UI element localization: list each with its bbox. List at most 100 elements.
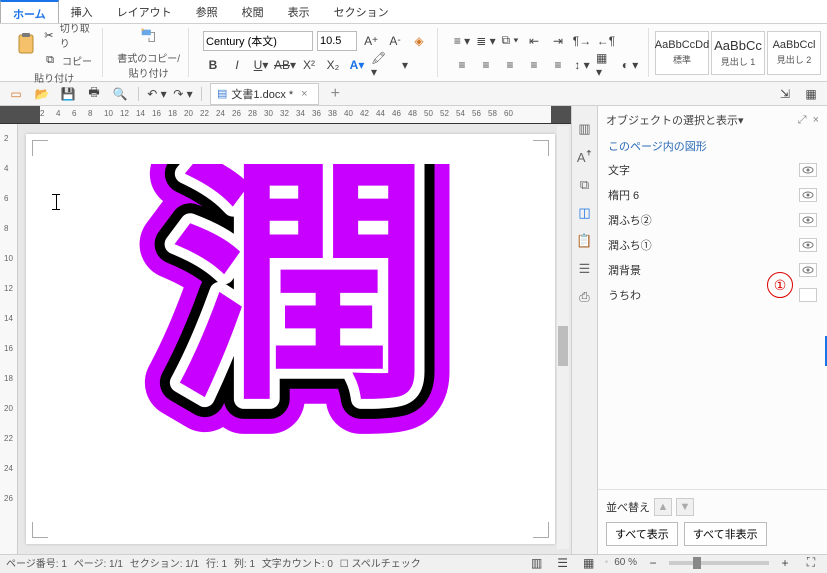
tab-review[interactable]: 校閲 bbox=[230, 0, 276, 23]
move-down-icon[interactable]: ▼ bbox=[676, 498, 694, 516]
selection-panel-icon[interactable]: ◫ bbox=[576, 204, 594, 222]
horizontal-ruler[interactable]: 2468101214161820222426283032343638404244… bbox=[0, 106, 571, 124]
multilevel-icon[interactable]: ⧉ ▾ bbox=[500, 31, 520, 51]
style-heading1[interactable]: AaBbCc 見出し 1 bbox=[711, 31, 765, 75]
vertical-ruler[interactable]: 2468101214161820222426 bbox=[0, 124, 18, 554]
underline-icon[interactable]: U ▾ bbox=[251, 55, 271, 75]
font-name-select[interactable] bbox=[203, 31, 313, 51]
collapse-ribbon-icon[interactable]: ⇲ bbox=[775, 84, 795, 104]
svg-text:潤: 潤 bbox=[171, 164, 431, 430]
nav-panel-icon[interactable]: ⎙ bbox=[576, 288, 594, 306]
object-name: 潤ふち① bbox=[608, 237, 652, 253]
save-icon[interactable]: 💾 bbox=[58, 84, 78, 104]
superscript-icon[interactable]: X² bbox=[299, 55, 319, 75]
fill-icon[interactable]: ◐ ▾ bbox=[620, 55, 640, 75]
distribute-icon[interactable]: ≡ bbox=[548, 55, 568, 75]
grow-font-icon[interactable]: A+ bbox=[361, 31, 381, 51]
numbering-icon[interactable]: ≣ ▾ bbox=[476, 31, 496, 51]
prop-panel-icon[interactable]: ▥ bbox=[576, 120, 594, 138]
visibility-toggle[interactable] bbox=[799, 263, 817, 277]
style-heading2[interactable]: AaBbCcl 見出し 2 bbox=[767, 31, 821, 75]
styles-panel-icon[interactable]: Aꜛ bbox=[576, 148, 594, 166]
status-chars: 文字カウント: 0 bbox=[262, 555, 333, 570]
undo-icon[interactable]: ↶ ▾ bbox=[147, 84, 167, 104]
panel-title: オブジェクトの選択と表示 bbox=[606, 112, 738, 128]
visibility-toggle[interactable] bbox=[799, 288, 817, 302]
align-left-icon[interactable]: ≡ bbox=[452, 55, 472, 75]
show-all-button[interactable]: すべて表示 bbox=[606, 522, 678, 546]
outdent-icon[interactable]: ⇤ bbox=[524, 31, 544, 51]
outline-panel-icon[interactable]: ☰ bbox=[576, 260, 594, 278]
align-center-icon[interactable]: ≡ bbox=[476, 55, 496, 75]
clear-format-icon[interactable]: ◈ bbox=[409, 31, 429, 51]
italic-icon[interactable]: I bbox=[227, 55, 247, 75]
page-menu-icon[interactable]: ▦ bbox=[801, 84, 821, 104]
line-spacing-icon[interactable]: ↕ ▾ bbox=[572, 55, 592, 75]
preview-icon[interactable]: 🔍 bbox=[110, 84, 130, 104]
document-page[interactable]: 潤 潤 潤 潤 bbox=[26, 134, 555, 544]
subscript-icon[interactable]: X₂ bbox=[323, 55, 343, 75]
zoom-value[interactable]: 60 % bbox=[614, 557, 637, 568]
rtl-icon[interactable]: ←¶ bbox=[596, 31, 616, 51]
visibility-toggle[interactable] bbox=[799, 238, 817, 252]
styles-group: AaBbCcDd 標準 AaBbCc 見出し 1 AaBbCcl 見出し 2 bbox=[655, 31, 821, 75]
panel-menu-icon[interactable]: ⤢ bbox=[798, 114, 807, 127]
object-name: 潤ふち② bbox=[608, 212, 652, 228]
tab-layout[interactable]: レイアウト bbox=[105, 0, 184, 23]
visibility-toggle[interactable] bbox=[799, 188, 817, 202]
visibility-toggle[interactable] bbox=[799, 163, 817, 177]
selection-panel: オブジェクトの選択と表示 ▾ ⤢ × このページ内の図形 文字楕円 6潤ふち②潤… bbox=[597, 106, 827, 554]
shading-icon[interactable]: ▾ bbox=[395, 55, 415, 75]
cut-button[interactable]: ✂切り取り bbox=[42, 20, 94, 50]
object-name: 楕円 6 bbox=[608, 187, 639, 203]
format-painter-icon[interactable] bbox=[137, 26, 161, 48]
move-up-icon[interactable]: ▲ bbox=[654, 498, 672, 516]
object-row[interactable]: 潤ふち① bbox=[606, 233, 819, 258]
new-icon[interactable]: ▭ bbox=[6, 84, 26, 104]
object-row[interactable]: 楕円 6 bbox=[606, 183, 819, 208]
paste-icon[interactable] bbox=[14, 32, 38, 56]
close-tab-icon[interactable]: × bbox=[297, 88, 311, 100]
hide-all-button[interactable]: すべて非表示 bbox=[684, 522, 767, 546]
bold-icon[interactable]: B bbox=[203, 55, 223, 75]
style-label: 標準 bbox=[673, 53, 691, 66]
vertical-scrollbar[interactable] bbox=[557, 126, 569, 549]
copy-button[interactable]: ⧉コピー bbox=[42, 52, 94, 68]
bullets-icon[interactable]: ≡ ▾ bbox=[452, 31, 472, 51]
tab-view[interactable]: 表示 bbox=[276, 0, 322, 23]
paragraph-panel-icon[interactable]: ⧉ bbox=[576, 176, 594, 194]
spellcheck-toggle[interactable]: ☐ スペルチェック bbox=[340, 555, 421, 570]
paragraph-group: ≡ ▾ ≣ ▾ ⧉ ▾ ⇤ ⇥ ¶→ ←¶ ≡ ≡ ≡ ≡ ≡ ↕ ▾ ▦ ▾ … bbox=[444, 28, 649, 77]
status-page-num: ページ番号: 1 bbox=[6, 555, 67, 570]
shrink-font-icon[interactable]: A- bbox=[385, 31, 405, 51]
document-tab[interactable]: ▤ 文書1.docx * × bbox=[210, 83, 319, 105]
redo-icon[interactable]: ↷ ▾ bbox=[173, 84, 193, 104]
ribbon: ✂切り取り ⧉コピー 貼り付け 書式のコピー/ 貼り付け A+ A- ◈ B I… bbox=[0, 24, 827, 82]
object-row[interactable]: 文字 bbox=[606, 158, 819, 183]
ltr-icon[interactable]: ¶→ bbox=[572, 31, 592, 51]
align-right-icon[interactable]: ≡ bbox=[500, 55, 520, 75]
tab-reference[interactable]: 参照 bbox=[184, 0, 230, 23]
justify-icon[interactable]: ≡ bbox=[524, 55, 544, 75]
open-icon[interactable]: 📂 bbox=[32, 84, 52, 104]
object-row[interactable]: 潤ふち② bbox=[606, 208, 819, 233]
new-tab-icon[interactable]: + bbox=[325, 85, 346, 103]
status-bar: ページ番号: 1 ページ: 1/1 セクション: 1/1 行: 1 列: 1 文… bbox=[0, 554, 827, 570]
strike-icon[interactable]: AB ▾ bbox=[275, 55, 295, 75]
style-normal[interactable]: AaBbCcDd 標準 bbox=[655, 31, 709, 75]
status-line: 行: 1 bbox=[206, 555, 227, 570]
indent-icon[interactable]: ⇥ bbox=[548, 31, 568, 51]
zoom-slider[interactable] bbox=[669, 561, 769, 565]
panel-close-icon[interactable]: × bbox=[813, 114, 819, 127]
highlight-icon[interactable]: 🖍 ▾ bbox=[371, 55, 391, 75]
font-color-icon[interactable]: A ▾ bbox=[347, 55, 367, 75]
borders-icon[interactable]: ▦ ▾ bbox=[596, 55, 616, 75]
status-page: ページ: 1/1 bbox=[74, 555, 123, 570]
clipboard-panel-icon[interactable]: 📋 bbox=[576, 232, 594, 250]
visibility-toggle[interactable] bbox=[799, 213, 817, 227]
shape-art[interactable]: 潤 潤 潤 潤 bbox=[136, 164, 466, 497]
style-preview: AaBbCc bbox=[714, 38, 762, 53]
font-size-select[interactable] bbox=[317, 31, 357, 51]
tab-section[interactable]: セクション bbox=[322, 0, 401, 23]
print-icon[interactable]: 🖶 bbox=[84, 84, 104, 104]
